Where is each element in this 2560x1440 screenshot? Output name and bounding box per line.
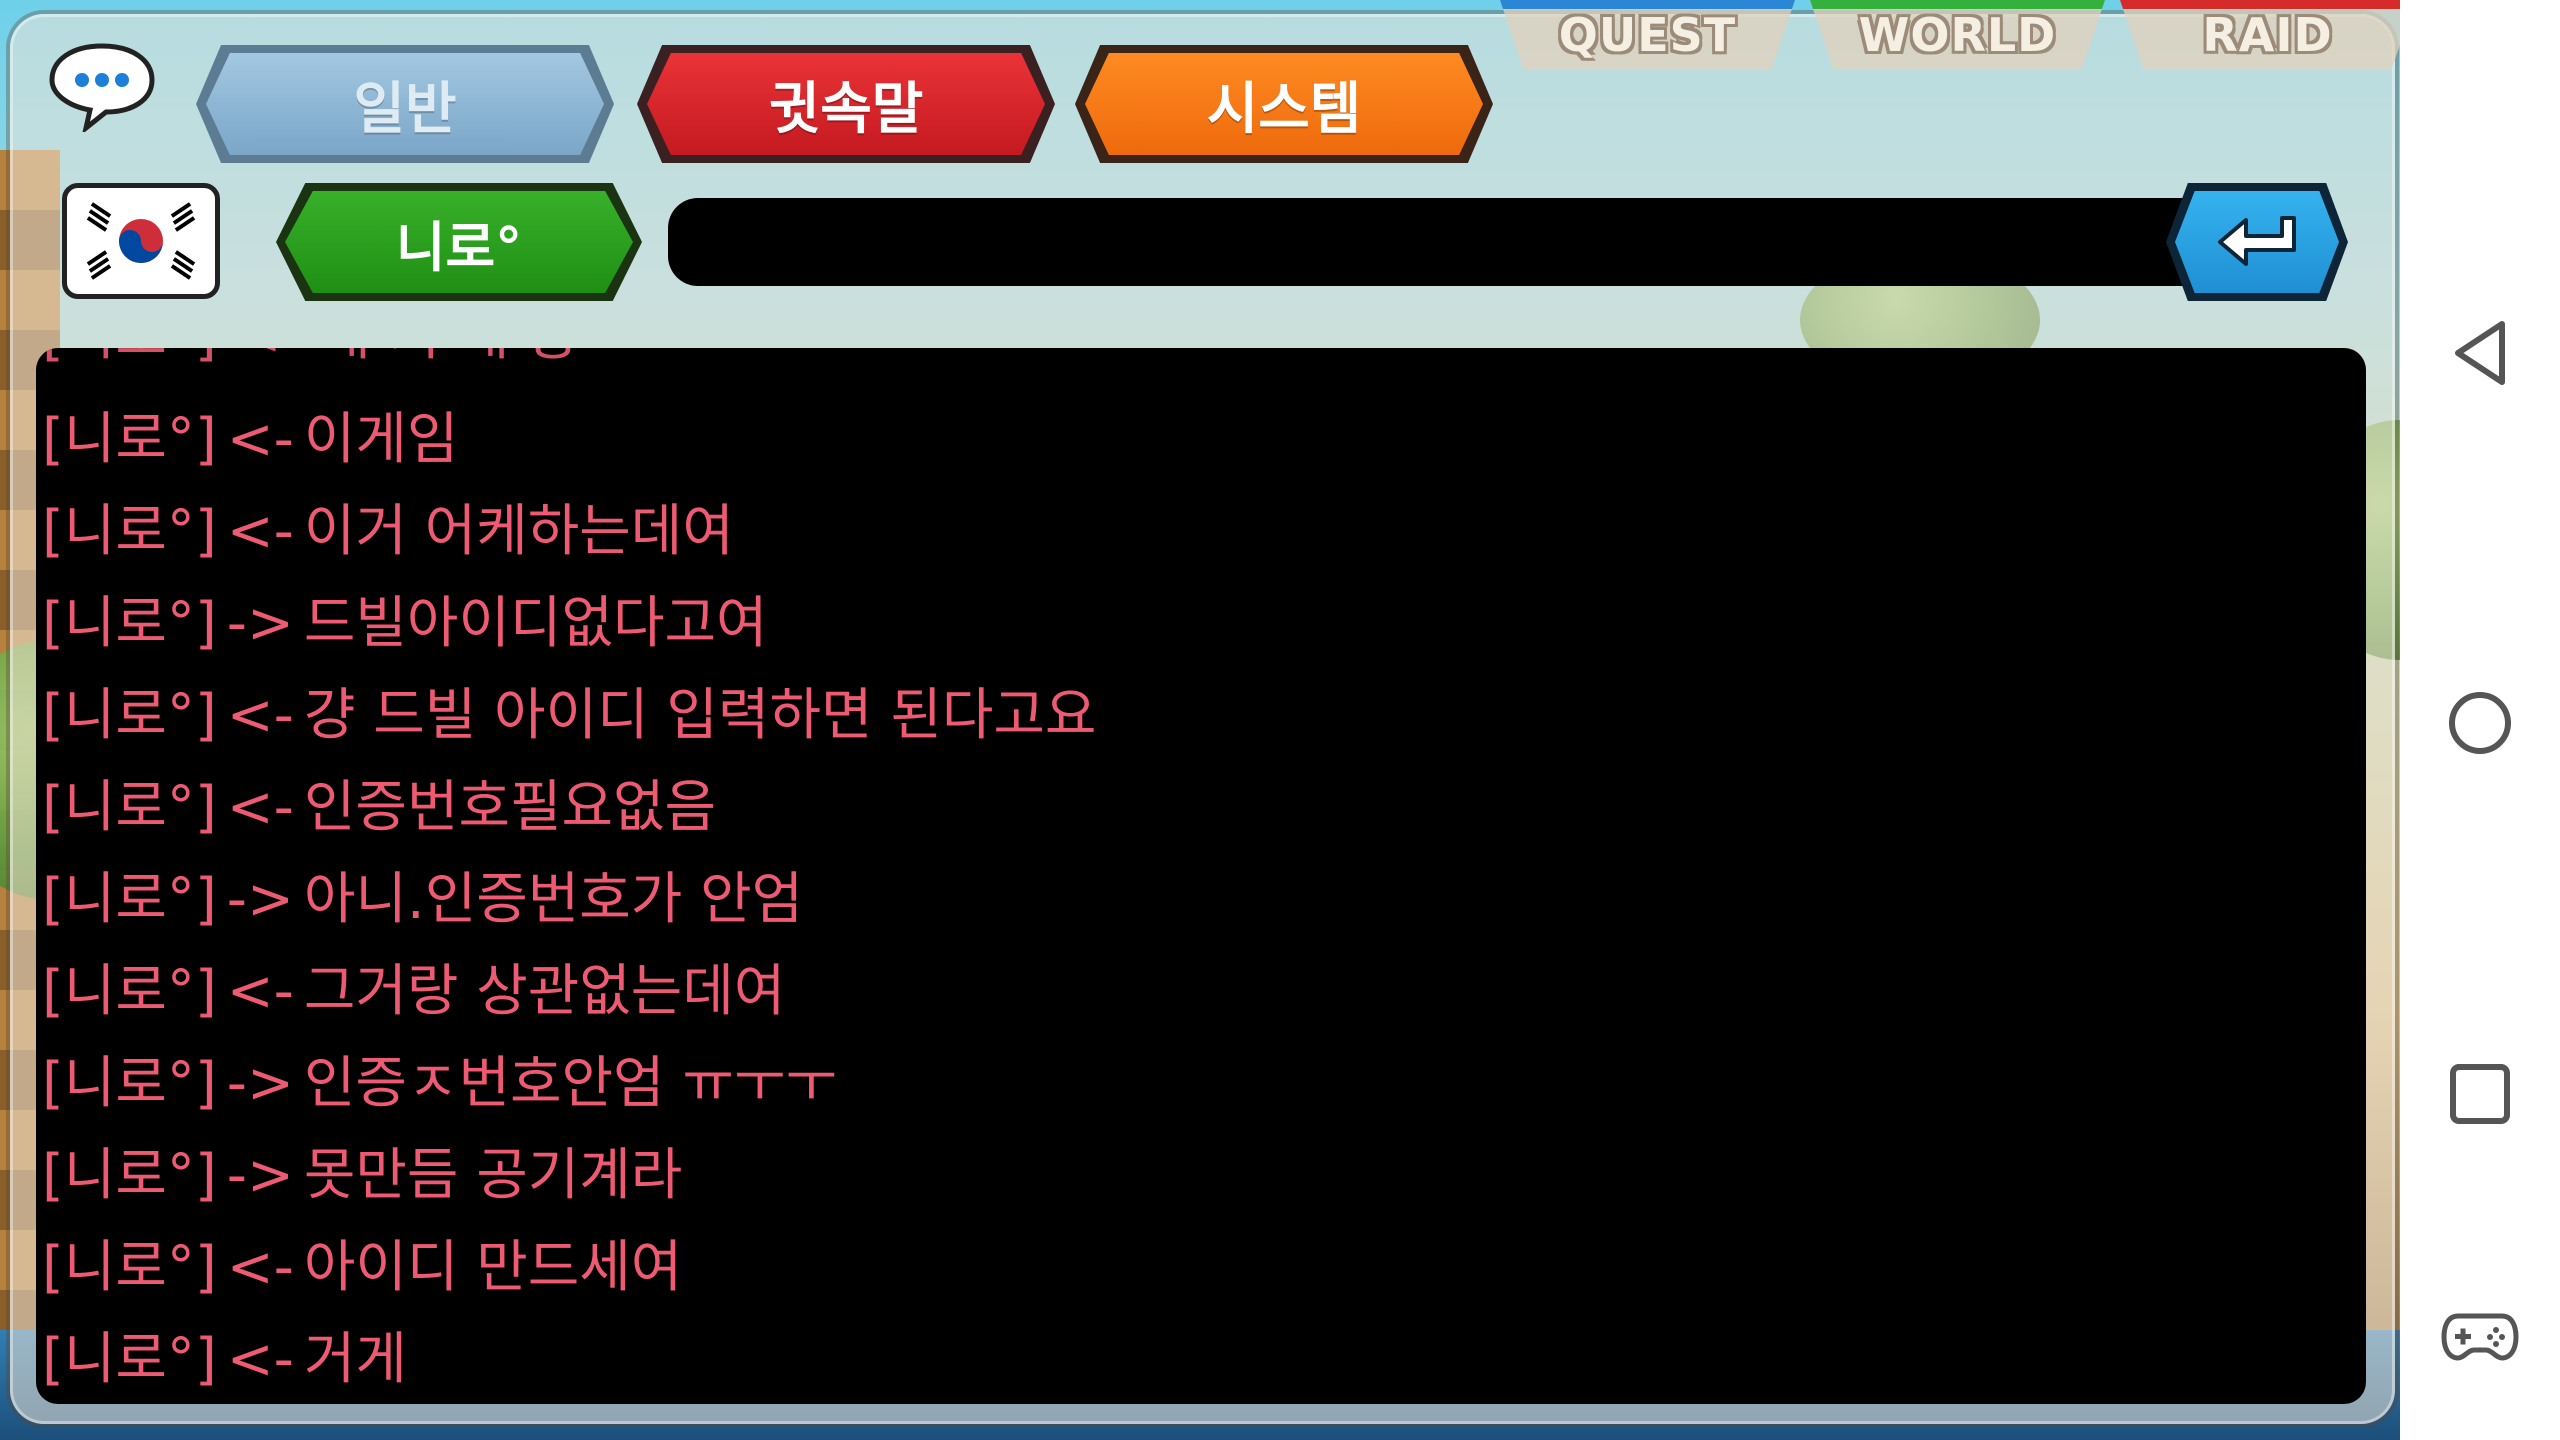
tab-whisper-label: 귓속말 (768, 76, 924, 142)
chat-line: [니로°] -> 인증ㅈ번호안엄 ㅠㅜㅜ (42, 1044, 837, 1124)
chat-sender: [니로°] (42, 1051, 217, 1116)
tab-system[interactable]: 시스템 (1075, 45, 1493, 163)
chat-sender: [니로°] (42, 1327, 217, 1392)
chat-direction: -> (226, 867, 294, 932)
chat-message-input[interactable] (668, 198, 2198, 286)
recents-square-icon[interactable] (2448, 1062, 2512, 1130)
chat-text: 그거랑 상관없는데여 (303, 959, 786, 1024)
chat-direction: <- (226, 499, 294, 564)
chat-line: [니로°] <- 걍 드빌 아이디 입력하면 된다고요 (42, 676, 1096, 756)
chat-line: [니로°] -> 아니.인증번호가 안엄 (42, 860, 803, 940)
chat-line-partial: [니로°] <- 개 기 개 응 (42, 348, 579, 376)
chat-sender: [니로°] (42, 1143, 217, 1208)
tab-general[interactable]: 일반 (196, 45, 614, 163)
whisper-target-name: 니로° (395, 215, 523, 279)
chat-line: [니로°] <- 아이디 만드세여 (42, 1228, 682, 1308)
chat-line: [니로°] -> 드빌아이디없다고여 (42, 584, 768, 664)
chat-sender: [니로°] (42, 407, 217, 472)
chat-sender: [니로°] (42, 591, 217, 656)
gamepad-icon[interactable] (2440, 1310, 2520, 1368)
chat-line: [니로°] <- 거게 (42, 1320, 407, 1400)
tab-stripe (2120, 0, 2415, 9)
tab-general-label: 일반 (353, 76, 457, 142)
chat-text: 인증ㅈ번호안엄 ㅠㅜㅜ (303, 1051, 837, 1116)
chat-sender: [니로°] (42, 499, 217, 564)
chat-direction: <- (226, 1327, 294, 1392)
chat-log[interactable]: [니로°] <- 개 기 개 응 [니로°]<-이게임 [니로°]<-이거 어케… (36, 348, 2366, 1404)
chat-direction: <- (226, 959, 294, 1024)
chat-text: 못만듬 공기계라 (303, 1143, 683, 1208)
chat-line: [니로°] <- 그거랑 상관없는데여 (42, 952, 785, 1032)
chat-text: 이게임 (303, 407, 459, 472)
language-flag-button[interactable] (62, 183, 220, 299)
chat-text: 거게 (303, 1327, 407, 1392)
game-tab-world[interactable]: WORLD (1810, 0, 2105, 70)
chat-text: 걍 드빌 아이디 입력하면 된다고요 (303, 683, 1097, 748)
chat-direction: <- (226, 683, 294, 748)
chat-direction: -> (226, 1143, 294, 1208)
chat-sender: [니로°] (42, 959, 217, 1024)
chat-sender: [니로°] (42, 1235, 217, 1300)
game-tab-label: WORLD (1858, 8, 2057, 62)
chat-text: 아이디 만드세여 (303, 1235, 683, 1300)
tab-stripe (1500, 0, 1795, 9)
chat-direction: <- (226, 1235, 294, 1300)
enter-arrow-icon (2218, 216, 2296, 266)
send-button[interactable] (2166, 183, 2348, 301)
tab-system-label: 시스템 (1206, 76, 1362, 142)
chat-text: 인증번호필요없음 (303, 775, 717, 840)
korea-flag-icon (76, 196, 206, 286)
chat-text: 드빌아이디없다고여 (303, 591, 768, 656)
game-tab-raid[interactable]: RAID (2120, 0, 2415, 70)
tab-stripe (1810, 0, 2105, 9)
game-tab-label: QUEST (1558, 8, 1737, 62)
android-nav-bar (2400, 0, 2560, 1440)
chat-sender: [니로°] (42, 867, 217, 932)
chat-line: [니로°] <- 이거 어케하는데여 (42, 492, 734, 572)
tab-whisper[interactable]: 귓속말 (637, 45, 1055, 163)
chat-direction: <- (226, 407, 294, 472)
game-tab-quest[interactable]: QUEST (1500, 0, 1795, 70)
home-circle-icon[interactable] (2446, 689, 2514, 761)
chat-text: 아니.인증번호가 안엄 (303, 867, 804, 932)
back-triangle-icon[interactable] (2448, 318, 2512, 392)
chat-direction: <- (226, 775, 294, 840)
chat-bubble-icon[interactable] (46, 40, 158, 135)
game-tab-label: RAID (2202, 8, 2333, 62)
chat-line: [니로°] <- 인증번호필요없음 (42, 768, 716, 848)
chat-line: [니로°] -> 못만듬 공기계라 (42, 1136, 682, 1216)
chat-sender: [니로°] (42, 775, 217, 840)
chat-line: [니로°] <- 이게임 (42, 400, 458, 480)
whisper-target-button[interactable]: 니로° (276, 183, 642, 301)
chat-direction: -> (226, 1051, 294, 1116)
chat-sender: [니로°] (42, 683, 217, 748)
chat-text: 이거 어케하는데여 (303, 499, 734, 564)
chat-direction: -> (226, 591, 294, 656)
